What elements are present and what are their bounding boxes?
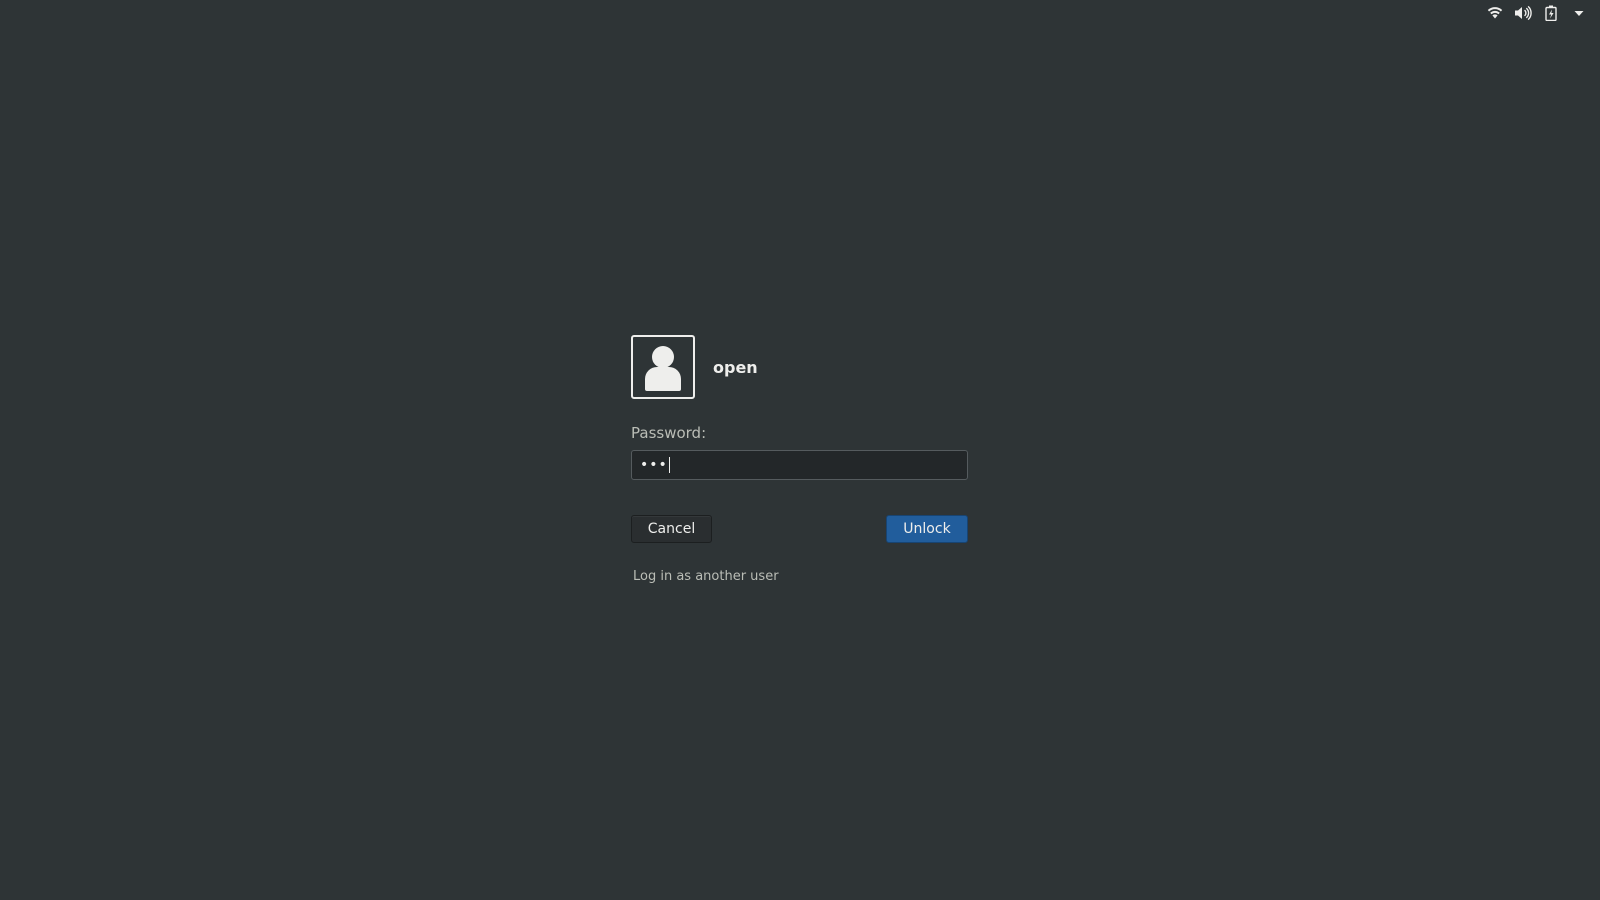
password-masked-value: ••• <box>640 457 668 473</box>
unlock-dialog: open Password: ••• Cancel Unlock Log in … <box>631 335 968 584</box>
password-input[interactable]: ••• <box>631 450 968 480</box>
unlock-button[interactable]: Unlock <box>886 515 968 543</box>
user-row: open <box>631 335 968 399</box>
dropdown-arrow-icon[interactable] <box>1570 4 1588 22</box>
text-caret <box>668 457 670 473</box>
button-row: Cancel Unlock <box>631 515 968 543</box>
volume-icon[interactable] <box>1514 4 1532 22</box>
username-label: open <box>713 357 758 377</box>
log-in-as-another-user-link[interactable]: Log in as another user <box>633 569 968 584</box>
user-avatar-icon <box>631 335 695 399</box>
system-tray[interactable] <box>1486 0 1600 26</box>
cancel-button[interactable]: Cancel <box>631 515 712 543</box>
password-label: Password: <box>631 424 707 442</box>
battery-charging-icon[interactable] <box>1542 4 1560 22</box>
lock-screen: open Password: ••• Cancel Unlock Log in … <box>0 0 1600 900</box>
wifi-icon[interactable] <box>1486 4 1504 22</box>
